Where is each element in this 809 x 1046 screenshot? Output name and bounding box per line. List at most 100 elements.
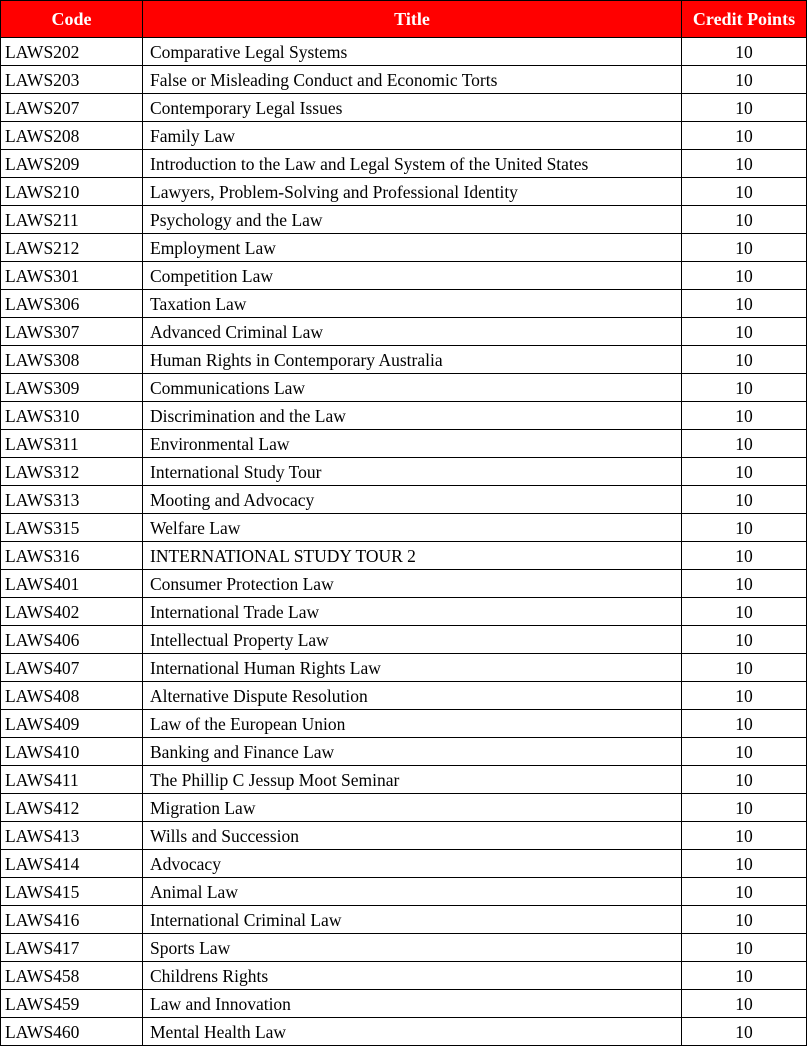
column-header-code: Code (0, 0, 143, 38)
cell-title: Family Law (142, 121, 682, 150)
cell-code: LAWS401 (0, 569, 143, 598)
table-row: LAWS415 Animal Law 10 (0, 877, 807, 906)
cell-credit-points: 10 (681, 1017, 807, 1046)
cell-title: Lawyers, Problem-Solving and Professiona… (142, 177, 682, 206)
cell-code: LAWS408 (0, 681, 143, 710)
cell-title: Advanced Criminal Law (142, 317, 682, 346)
table-row: LAWS313 Mooting and Advocacy 10 (0, 485, 807, 514)
cell-title: Competition Law (142, 261, 682, 290)
cell-title: Welfare Law (142, 513, 682, 542)
cell-code: LAWS202 (0, 37, 143, 66)
cell-title: Communications Law (142, 373, 682, 402)
cell-title: Human Rights in Contemporary Australia (142, 345, 682, 374)
cell-title: International Human Rights Law (142, 653, 682, 682)
cell-credit-points: 10 (681, 569, 807, 598)
table-row: LAWS202 Comparative Legal Systems 10 (0, 37, 807, 66)
cell-title: Childrens Rights (142, 961, 682, 990)
cell-title: Animal Law (142, 877, 682, 906)
cell-title: Mooting and Advocacy (142, 485, 682, 514)
cell-credit-points: 10 (681, 765, 807, 794)
cell-title: Sports Law (142, 933, 682, 962)
table-row: LAWS414 Advocacy 10 (0, 849, 807, 878)
cell-title: Intellectual Property Law (142, 625, 682, 654)
cell-title: Introduction to the Law and Legal System… (142, 149, 682, 178)
cell-credit-points: 10 (681, 289, 807, 318)
cell-title: Law of the European Union (142, 709, 682, 738)
table-row: LAWS411 The Phillip C Jessup Moot Seminar… (0, 765, 807, 794)
table-row: LAWS406 Intellectual Property Law 10 (0, 625, 807, 654)
table-row: LAWS203 False or Misleading Conduct and E… (0, 65, 807, 94)
cell-title: False or Misleading Conduct and Economic… (142, 65, 682, 94)
cell-code: LAWS413 (0, 821, 143, 850)
course-units-table: Code Title Credit Points LAWS202 Comparat… (0, 0, 807, 1046)
cell-title: Psychology and the Law (142, 205, 682, 234)
table-row: LAWS410 Banking and Finance Law 10 (0, 737, 807, 766)
cell-credit-points: 10 (681, 345, 807, 374)
table-row: LAWS416 International Criminal Law 10 (0, 905, 807, 934)
cell-credit-points: 10 (681, 205, 807, 234)
cell-credit-points: 10 (681, 177, 807, 206)
cell-code: LAWS415 (0, 877, 143, 906)
cell-code: LAWS308 (0, 345, 143, 374)
table-row: LAWS459 Law and Innovation 10 (0, 989, 807, 1018)
table-row: LAWS208 Family Law 10 (0, 121, 807, 150)
cell-title: Advocacy (142, 849, 682, 878)
table-body: LAWS202 Comparative Legal Systems 10 LAWS20… (0, 37, 807, 1046)
table-row: LAWS402 International Trade Law 10 (0, 597, 807, 626)
cell-code: LAWS414 (0, 849, 143, 878)
cell-code: LAWS307 (0, 317, 143, 346)
table-row: LAWS315 Welfare Law 10 (0, 513, 807, 542)
cell-credit-points: 10 (681, 429, 807, 458)
cell-credit-points: 10 (681, 821, 807, 850)
cell-code: LAWS209 (0, 149, 143, 178)
cell-title: Contemporary Legal Issues (142, 93, 682, 122)
cell-credit-points: 10 (681, 597, 807, 626)
cell-credit-points: 10 (681, 793, 807, 822)
cell-title: International Criminal Law (142, 905, 682, 934)
cell-code: LAWS459 (0, 989, 143, 1018)
table-row: LAWS316 INTERNATIONAL STUDY TOUR 2 10 (0, 541, 807, 570)
cell-code: LAWS207 (0, 93, 143, 122)
cell-code: LAWS316 (0, 541, 143, 570)
cell-credit-points: 10 (681, 961, 807, 990)
cell-credit-points: 10 (681, 849, 807, 878)
table-row: LAWS311 Environmental Law 10 (0, 429, 807, 458)
cell-credit-points: 10 (681, 877, 807, 906)
cell-credit-points: 10 (681, 121, 807, 150)
cell-credit-points: 10 (681, 541, 807, 570)
table-row: LAWS312 International Study Tour 10 (0, 457, 807, 486)
cell-credit-points: 10 (681, 485, 807, 514)
cell-title: International Study Tour (142, 457, 682, 486)
table-row: LAWS309 Communications Law 10 (0, 373, 807, 402)
cell-code: LAWS306 (0, 289, 143, 318)
cell-credit-points: 10 (681, 261, 807, 290)
cell-credit-points: 10 (681, 989, 807, 1018)
column-header-credit-points: Credit Points (681, 0, 807, 38)
cell-credit-points: 10 (681, 457, 807, 486)
cell-credit-points: 10 (681, 233, 807, 262)
cell-code: LAWS212 (0, 233, 143, 262)
cell-credit-points: 10 (681, 709, 807, 738)
cell-title: Wills and Succession (142, 821, 682, 850)
cell-credit-points: 10 (681, 373, 807, 402)
cell-title: Law and Innovation (142, 989, 682, 1018)
cell-title: INTERNATIONAL STUDY TOUR 2 (142, 541, 682, 570)
cell-credit-points: 10 (681, 149, 807, 178)
table-row: LAWS209 Introduction to the Law and Legal… (0, 149, 807, 178)
table-row: LAWS210 Lawyers, Problem-Solving and Prof… (0, 177, 807, 206)
cell-credit-points: 10 (681, 37, 807, 66)
cell-title: Mental Health Law (142, 1017, 682, 1046)
table-row: LAWS460 Mental Health Law 10 (0, 1017, 807, 1046)
cell-title: International Trade Law (142, 597, 682, 626)
cell-credit-points: 10 (681, 653, 807, 682)
table-row: LAWS307 Advanced Criminal Law 10 (0, 317, 807, 346)
table-row: LAWS458 Childrens Rights 10 (0, 961, 807, 990)
cell-code: LAWS313 (0, 485, 143, 514)
table-row: LAWS407 International Human Rights Law 10 (0, 653, 807, 682)
table-row: LAWS207 Contemporary Legal Issues 10 (0, 93, 807, 122)
table-row: LAWS306 Taxation Law 10 (0, 289, 807, 318)
cell-code: LAWS417 (0, 933, 143, 962)
table-row: LAWS417 Sports Law 10 (0, 933, 807, 962)
table-row: LAWS412 Migration Law 10 (0, 793, 807, 822)
cell-title: Discrimination and the Law (142, 401, 682, 430)
